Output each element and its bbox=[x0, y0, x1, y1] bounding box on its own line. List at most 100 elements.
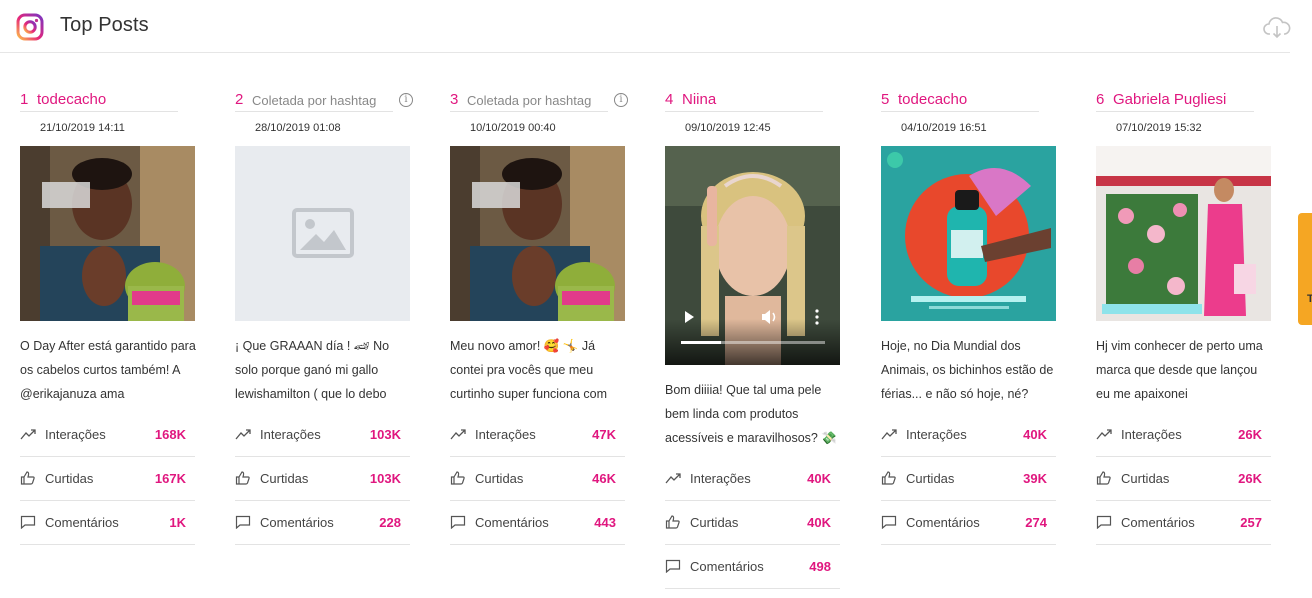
metric-label: Comentários bbox=[906, 515, 980, 530]
comment-icon bbox=[1096, 515, 1112, 529]
metric-value: 39K bbox=[1023, 471, 1047, 486]
post-author: Coletada por hashtag bbox=[252, 93, 377, 108]
info-icon[interactable]: i bbox=[399, 93, 413, 107]
top-bar: Top Posts bbox=[0, 0, 1291, 53]
metric-value: 443 bbox=[594, 515, 616, 530]
post-thumbnail[interactable] bbox=[235, 146, 410, 321]
post-card-3: 3 Coletada por hashtag i 10/10/2019 00:4… bbox=[450, 91, 628, 545]
image-placeholder-icon bbox=[292, 208, 354, 258]
metric-label: Comentários bbox=[45, 515, 119, 530]
metric-label: Curtidas bbox=[906, 471, 955, 486]
metric-comments: Comentários 498 bbox=[665, 545, 840, 589]
post-caption: Hj vim conhecer de perto uma marca que d… bbox=[1096, 339, 1263, 401]
comment-icon bbox=[450, 515, 466, 529]
post-rank: 6 bbox=[1096, 91, 1105, 108]
metric-label: Interações bbox=[1121, 427, 1182, 442]
post-author[interactable]: todecacho bbox=[898, 91, 967, 108]
post-author: Coletada por hashtag bbox=[467, 93, 592, 108]
post-date: 04/10/2019 16:51 bbox=[901, 122, 987, 134]
side-feedback-tab[interactable]: T bbox=[1298, 213, 1312, 325]
page-title: Top Posts bbox=[60, 14, 149, 36]
play-icon[interactable] bbox=[683, 310, 695, 324]
metric-value: 168K bbox=[154, 427, 186, 442]
metric-value: 26K bbox=[1238, 427, 1262, 442]
more-options-icon[interactable] bbox=[814, 309, 820, 325]
instagram-icon bbox=[16, 13, 44, 41]
post-metrics: Interações 47K Curtidas 46K Comentários … bbox=[450, 413, 625, 545]
post-date: 28/10/2019 01:08 bbox=[255, 122, 341, 134]
comment-icon bbox=[881, 515, 897, 529]
post-date: 10/10/2019 00:40 bbox=[470, 122, 556, 134]
metric-comments: Comentários 274 bbox=[881, 501, 1056, 545]
post-card-2: 2 Coletada por hashtag i 28/10/2019 01:0… bbox=[235, 91, 413, 545]
metric-comments: Comentários 228 bbox=[235, 501, 410, 545]
post-author[interactable]: todecacho bbox=[37, 91, 106, 108]
video-progress-bar[interactable] bbox=[681, 341, 825, 344]
metric-label: Interações bbox=[260, 427, 321, 442]
post-photo-woman-with-product bbox=[450, 146, 625, 321]
post-metrics: Interações 103K Curtidas 103K Comentário… bbox=[235, 413, 410, 545]
thumbs-up-icon bbox=[881, 471, 896, 485]
metric-likes: Curtidas 103K bbox=[235, 457, 410, 501]
trending-up-icon bbox=[20, 429, 36, 440]
cloud-download-icon[interactable] bbox=[1263, 16, 1291, 40]
post-card-header: 2 Coletada por hashtag i bbox=[235, 91, 413, 112]
metric-label: Curtidas bbox=[260, 471, 309, 486]
metric-interactions: Interações 47K bbox=[450, 413, 625, 457]
metric-label: Comentários bbox=[475, 515, 549, 530]
post-metrics: Interações 26K Curtidas 26K Comentários … bbox=[1096, 413, 1271, 545]
metric-value: 40K bbox=[1023, 427, 1047, 442]
post-rank: 5 bbox=[881, 91, 890, 108]
post-thumbnail[interactable] bbox=[450, 146, 625, 321]
post-thumbnail[interactable] bbox=[1096, 146, 1271, 321]
metric-label: Curtidas bbox=[690, 515, 739, 530]
thumbs-up-icon bbox=[1096, 471, 1111, 485]
post-video-thumbnail[interactable] bbox=[665, 146, 840, 365]
metric-likes: Curtidas 39K bbox=[881, 457, 1056, 501]
post-author[interactable]: Gabriela Pugliesi bbox=[1113, 91, 1226, 108]
trending-up-icon bbox=[665, 473, 681, 484]
post-photo-product-teal bbox=[881, 146, 1056, 321]
metric-label: Comentários bbox=[690, 559, 764, 574]
metric-likes: Curtidas 46K bbox=[450, 457, 625, 501]
post-card-1: 1 todecacho 21/10/2019 14:11 O Day After… bbox=[20, 91, 196, 545]
thumbs-up-icon bbox=[665, 515, 680, 529]
post-metrics: Interações 40K Curtidas 40K Comentários … bbox=[665, 457, 840, 589]
metric-value: 228 bbox=[379, 515, 401, 530]
post-caption: ¡ Que GRAAAN día ! 🏎 No solo porque ganó… bbox=[235, 339, 390, 401]
post-thumbnail[interactable] bbox=[20, 146, 195, 321]
info-icon[interactable]: i bbox=[614, 93, 628, 107]
post-card-6: 6 Gabriela Pugliesi 07/10/2019 15:32 Hj … bbox=[1096, 91, 1271, 545]
metric-value: 46K bbox=[592, 471, 616, 486]
post-author[interactable]: Niina bbox=[682, 91, 716, 108]
post-rank: 4 bbox=[665, 91, 674, 108]
volume-icon[interactable] bbox=[761, 309, 779, 325]
metric-value: 40K bbox=[807, 515, 831, 530]
metric-value: 498 bbox=[809, 559, 831, 574]
metric-value: 40K bbox=[807, 471, 831, 486]
metric-likes: Curtidas 167K bbox=[20, 457, 195, 501]
post-date: 21/10/2019 14:11 bbox=[40, 122, 125, 134]
metric-interactions: Interações 168K bbox=[20, 413, 195, 457]
metric-label: Interações bbox=[45, 427, 106, 442]
post-metrics: Interações 168K Curtidas 167K Comentário… bbox=[20, 413, 195, 545]
post-card-header: 3 Coletada por hashtag i bbox=[450, 91, 628, 112]
trending-up-icon bbox=[235, 429, 251, 440]
post-rank: 1 bbox=[20, 91, 29, 108]
metric-label: Curtidas bbox=[1121, 471, 1170, 486]
thumbs-up-icon bbox=[20, 471, 35, 485]
metric-value: 103K bbox=[369, 427, 401, 442]
post-date: 07/10/2019 15:32 bbox=[1116, 122, 1202, 134]
metric-interactions: Interações 26K bbox=[1096, 413, 1271, 457]
post-rank: 3 bbox=[450, 91, 459, 108]
post-thumbnail[interactable] bbox=[881, 146, 1056, 321]
post-caption: O Day After está garantido para os cabel… bbox=[20, 339, 196, 401]
post-rank: 2 bbox=[235, 91, 244, 108]
metric-interactions: Interações 40K bbox=[881, 413, 1056, 457]
video-progress-fill bbox=[681, 341, 722, 344]
metric-label: Comentários bbox=[1121, 515, 1195, 530]
metric-likes: Curtidas 26K bbox=[1096, 457, 1271, 501]
metric-value: 167K bbox=[154, 471, 186, 486]
post-date: 09/10/2019 12:45 bbox=[685, 122, 771, 134]
comment-icon bbox=[665, 559, 681, 573]
